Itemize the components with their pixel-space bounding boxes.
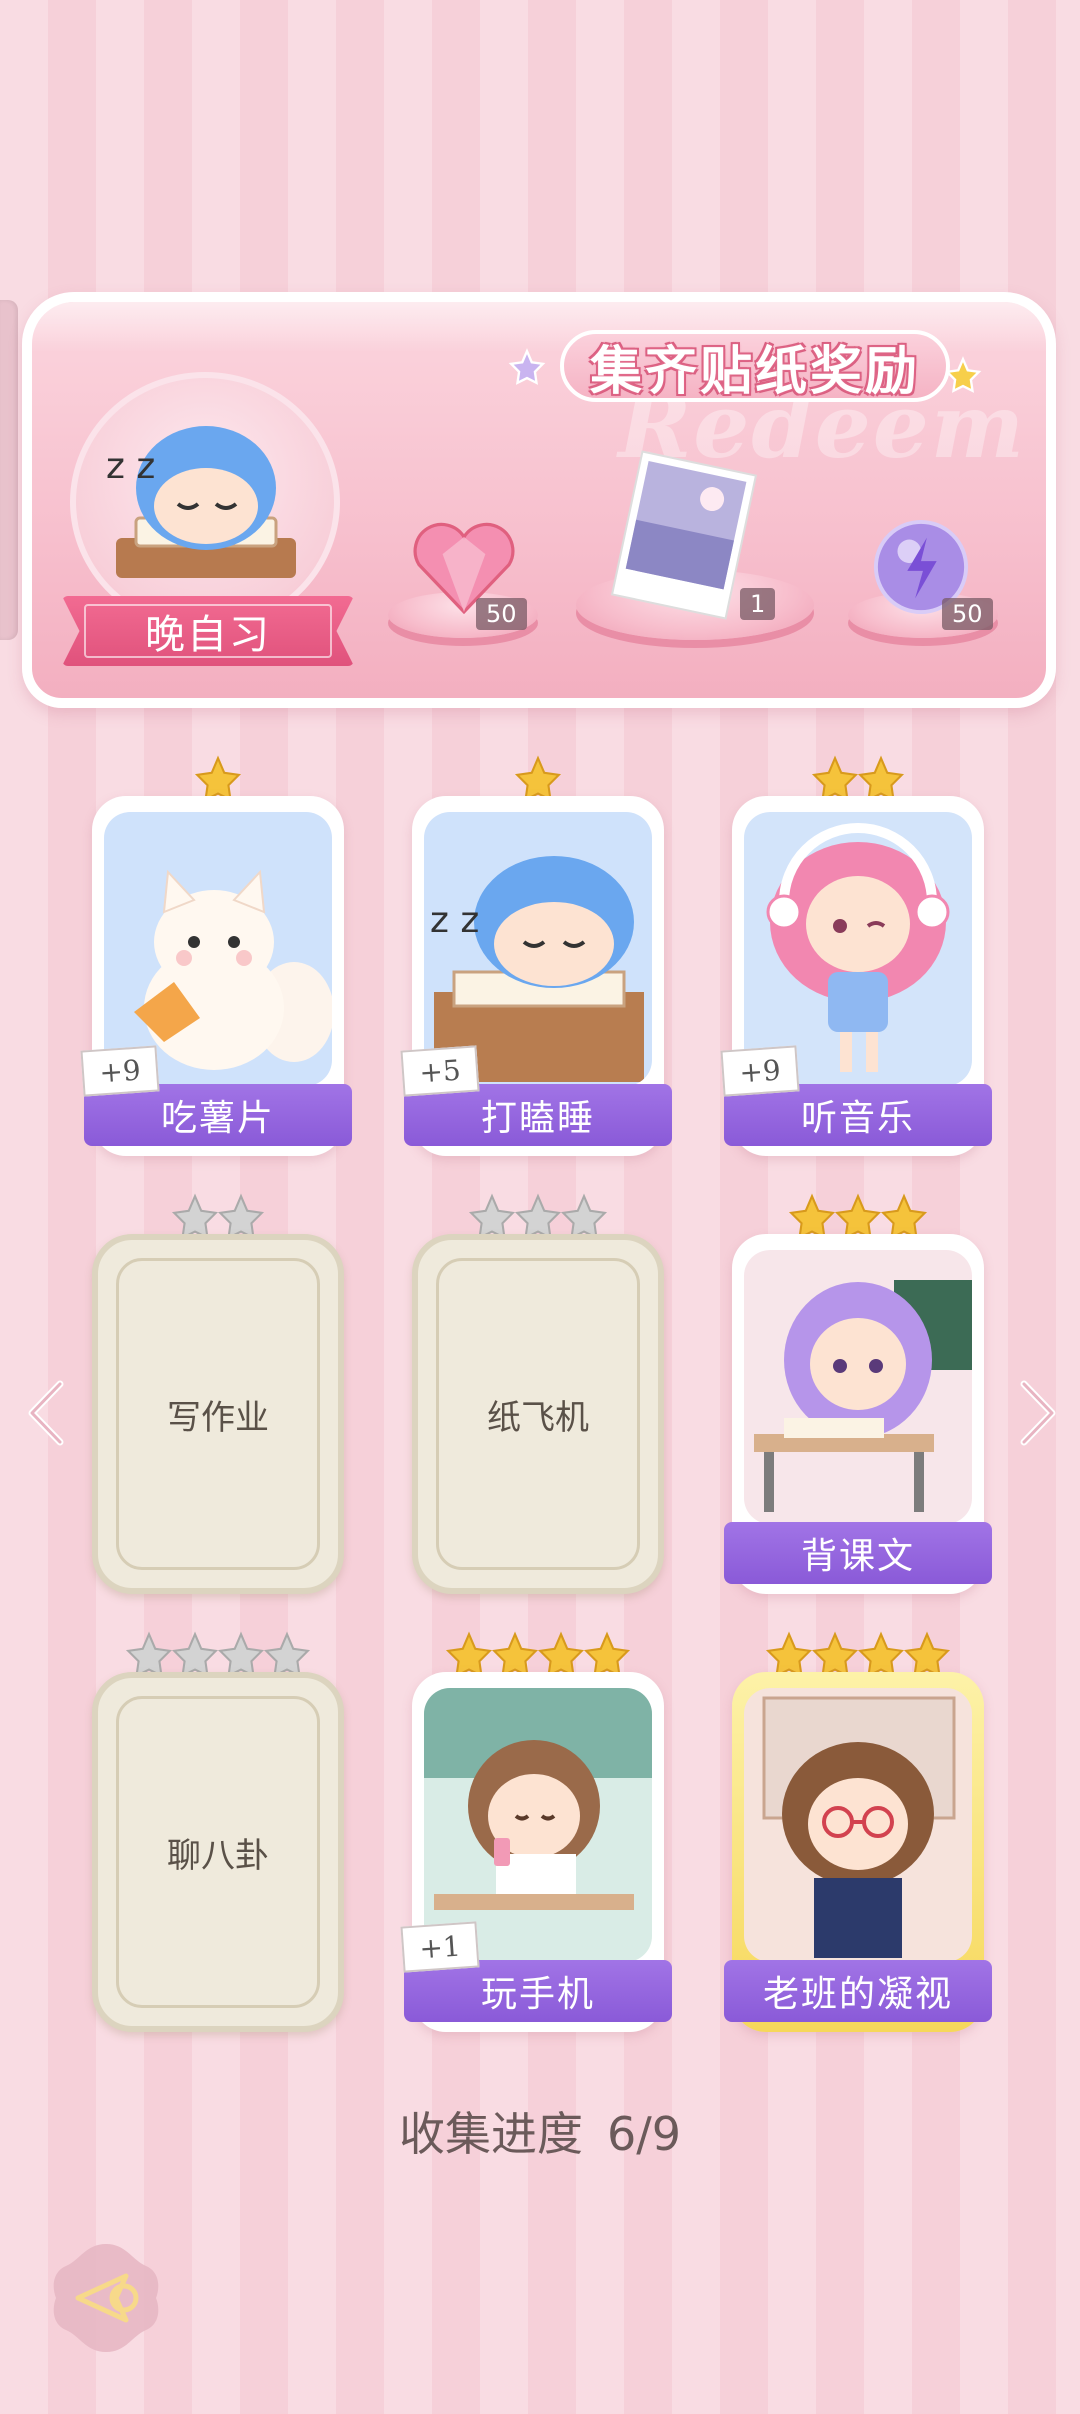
sticker-card[interactable]: 听音乐 +9 xyxy=(720,796,992,1156)
sticker-label: 聊八卦 xyxy=(167,1835,269,1876)
progress-label: 收集进度 xyxy=(398,2107,583,2161)
cat-eating-chips-icon xyxy=(134,869,332,1070)
reward-count-badge: 50 xyxy=(942,598,993,630)
next-page-arrow-icon[interactable] xyxy=(1016,1378,1060,1448)
sticker-card[interactable]: 玩手机 +1 xyxy=(400,1672,672,2032)
back-button[interactable] xyxy=(48,2240,164,2356)
reward-count-badge: 1 xyxy=(740,588,776,620)
sticker-label: 背课文 xyxy=(724,1522,992,1584)
sticker-label: 写作业 xyxy=(167,1397,269,1438)
study-girl-icon xyxy=(754,1280,972,1512)
bonus-tag: +1 xyxy=(400,1921,480,1973)
locked-sticker-card[interactable]: 纸飞机 xyxy=(412,1234,664,1594)
bonus-tag: +9 xyxy=(720,1045,800,1097)
collection-progress: 收集进度 6/9 xyxy=(0,2098,1080,2164)
locked-sticker-card[interactable]: 聊八卦 xyxy=(92,1672,344,2032)
sticker-label: 纸飞机 xyxy=(487,1397,589,1438)
sticker-card[interactable]: 吃薯片 +9 xyxy=(80,796,352,1156)
sticker-card[interactable]: z z 打瞌睡 +5 xyxy=(400,796,672,1156)
svg-text:z z: z z xyxy=(430,900,479,941)
bonus-tag: +5 xyxy=(400,1045,480,1097)
prev-page-arrow-icon[interactable] xyxy=(24,1378,68,1448)
teacher-icon xyxy=(762,1696,956,1958)
reward-count-badge: 50 xyxy=(476,598,527,630)
theme-ribbon: 晚自习 xyxy=(62,596,354,666)
sticker-card-gold[interactable]: 老班的凝视 xyxy=(724,1672,992,2032)
sticker-card[interactable]: 背课文 xyxy=(724,1234,992,1594)
sleepy-boy-icon: z z xyxy=(430,856,644,1082)
progress-value: 6/9 xyxy=(606,2107,682,2161)
banner-title: 集齐贴纸奖励 xyxy=(560,330,951,402)
theme-title: 晚自习 xyxy=(145,612,271,658)
sleeping-boy-icon: z z xyxy=(106,426,296,578)
sticker-label: 老班的凝视 xyxy=(724,1960,992,2022)
side-drawer-tab[interactable] xyxy=(0,300,18,640)
phone-girl-icon xyxy=(424,1688,652,1910)
sparkle-star-icon xyxy=(508,348,546,385)
bonus-tag: +9 xyxy=(80,1045,160,1097)
locked-sticker-card[interactable]: 写作业 xyxy=(92,1234,344,1594)
svg-text:z z: z z xyxy=(106,446,155,487)
theme-portrait: z z xyxy=(70,372,340,632)
music-girl-icon xyxy=(766,823,950,1072)
